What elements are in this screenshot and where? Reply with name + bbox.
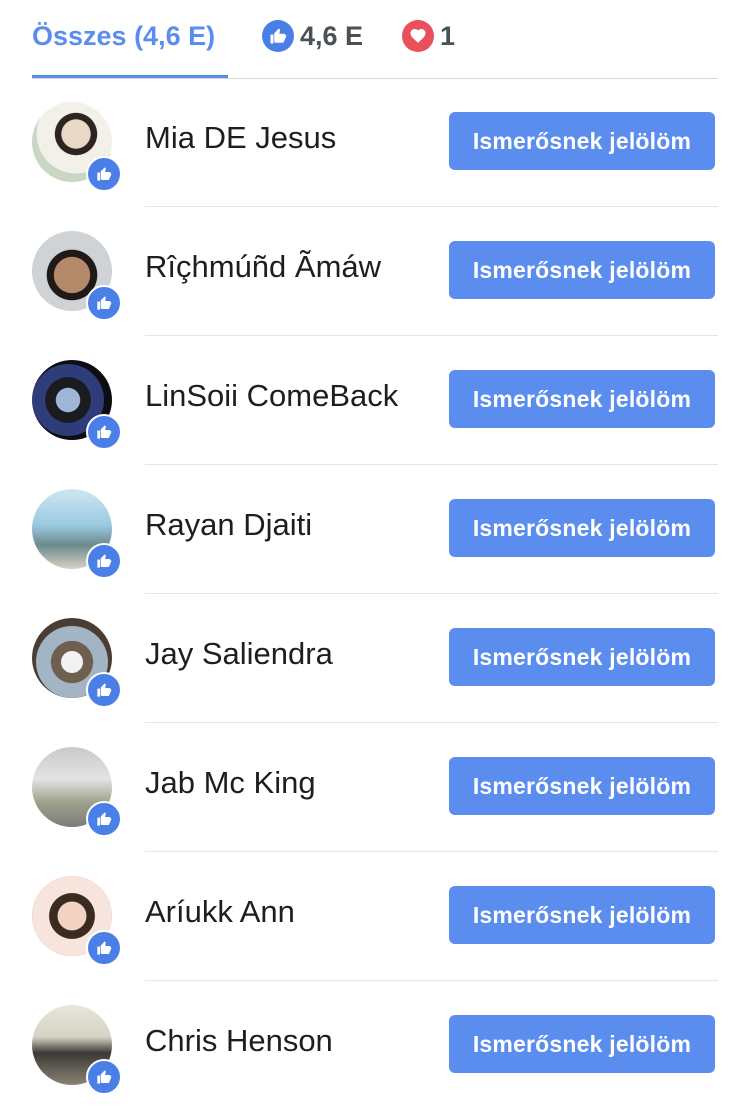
list-item: Jab Mc King Ismerősnek jelölöm <box>0 725 750 854</box>
add-friend-button[interactable]: Ismerősnek jelölöm <box>449 241 715 299</box>
like-reaction-badge <box>86 414 122 450</box>
add-friend-button[interactable]: Ismerősnek jelölöm <box>449 499 715 557</box>
like-reaction-badge <box>86 543 122 579</box>
list-item: Jay Saliendra Ismerősnek jelölöm <box>0 596 750 725</box>
reactions-tab-bar: Összes (4,6 E) 4,6 E 1 <box>0 0 750 80</box>
add-friend-button[interactable]: Ismerősnek jelölöm <box>449 757 715 815</box>
tab-bar-divider <box>32 78 718 79</box>
person-name[interactable]: Jab Mc King <box>145 765 316 801</box>
thumbs-up-icon <box>96 1069 112 1085</box>
person-name[interactable]: Rayan Djaiti <box>145 507 312 543</box>
person-name[interactable]: Mia DE Jesus <box>145 120 336 156</box>
list-item: Rayan Djaiti Ismerősnek jelölöm <box>0 467 750 596</box>
thumbs-up-icon <box>96 166 112 182</box>
person-name[interactable]: LinSoii ComeBack <box>145 378 398 414</box>
like-reaction-badge <box>86 801 122 837</box>
like-reaction-badge <box>86 930 122 966</box>
thumbs-up-icon <box>96 940 112 956</box>
avatar-container[interactable] <box>32 360 122 450</box>
avatar-container[interactable] <box>32 747 122 837</box>
avatar-container[interactable] <box>32 1005 122 1095</box>
avatar-container[interactable] <box>32 231 122 321</box>
add-friend-button[interactable]: Ismerősnek jelölöm <box>449 628 715 686</box>
like-reaction-badge <box>86 1059 122 1095</box>
list-item: Aríukk Ann Ismerősnek jelölöm <box>0 854 750 983</box>
row-divider <box>145 980 718 981</box>
thumbs-up-icon <box>96 682 112 698</box>
avatar-container[interactable] <box>32 618 122 708</box>
tab-all-label: Összes (4,6 E) <box>32 20 216 51</box>
thumbs-up-icon <box>262 20 294 52</box>
list-item: LinSoii ComeBack Ismerősnek jelölöm <box>0 338 750 467</box>
person-name[interactable]: Chris Henson <box>145 1023 333 1059</box>
row-divider <box>145 851 718 852</box>
add-friend-button[interactable]: Ismerősnek jelölöm <box>449 1015 715 1073</box>
thumbs-up-icon <box>96 295 112 311</box>
heart-icon <box>402 20 434 52</box>
add-friend-button[interactable]: Ismerősnek jelölöm <box>449 112 715 170</box>
like-reaction-badge <box>86 672 122 708</box>
person-name[interactable]: Jay Saliendra <box>145 636 333 672</box>
thumbs-up-icon <box>96 424 112 440</box>
add-friend-button[interactable]: Ismerősnek jelölöm <box>449 886 715 944</box>
row-divider <box>145 206 718 207</box>
avatar-container[interactable] <box>32 876 122 966</box>
tab-all-reactions[interactable]: Összes (4,6 E) <box>32 14 228 58</box>
love-count: 1 <box>440 20 456 51</box>
avatar-container[interactable] <box>32 102 122 192</box>
row-divider <box>145 464 718 465</box>
thumbs-up-icon <box>96 553 112 569</box>
like-count: 4,6 E <box>300 20 364 51</box>
list-item: Rîçhmúñd Ãmáw Ismerősnek jelölöm <box>0 209 750 338</box>
list-item: Mia DE Jesus Ismerősnek jelölöm <box>0 80 750 209</box>
like-reaction-badge <box>86 156 122 192</box>
person-name[interactable]: Aríukk Ann <box>145 894 295 930</box>
thumbs-up-icon <box>96 811 112 827</box>
row-divider <box>145 722 718 723</box>
avatar-container[interactable] <box>32 489 122 579</box>
like-reaction-badge <box>86 285 122 321</box>
add-friend-button[interactable]: Ismerősnek jelölöm <box>449 370 715 428</box>
tab-like-reactions[interactable]: 4,6 E <box>262 14 363 58</box>
list-item: Chris Henson Ismerősnek jelölöm <box>0 983 750 1112</box>
row-divider <box>145 335 718 336</box>
tab-love-reactions[interactable]: 1 <box>402 14 455 58</box>
row-divider <box>145 593 718 594</box>
person-name[interactable]: Rîçhmúñd Ãmáw <box>145 249 381 285</box>
